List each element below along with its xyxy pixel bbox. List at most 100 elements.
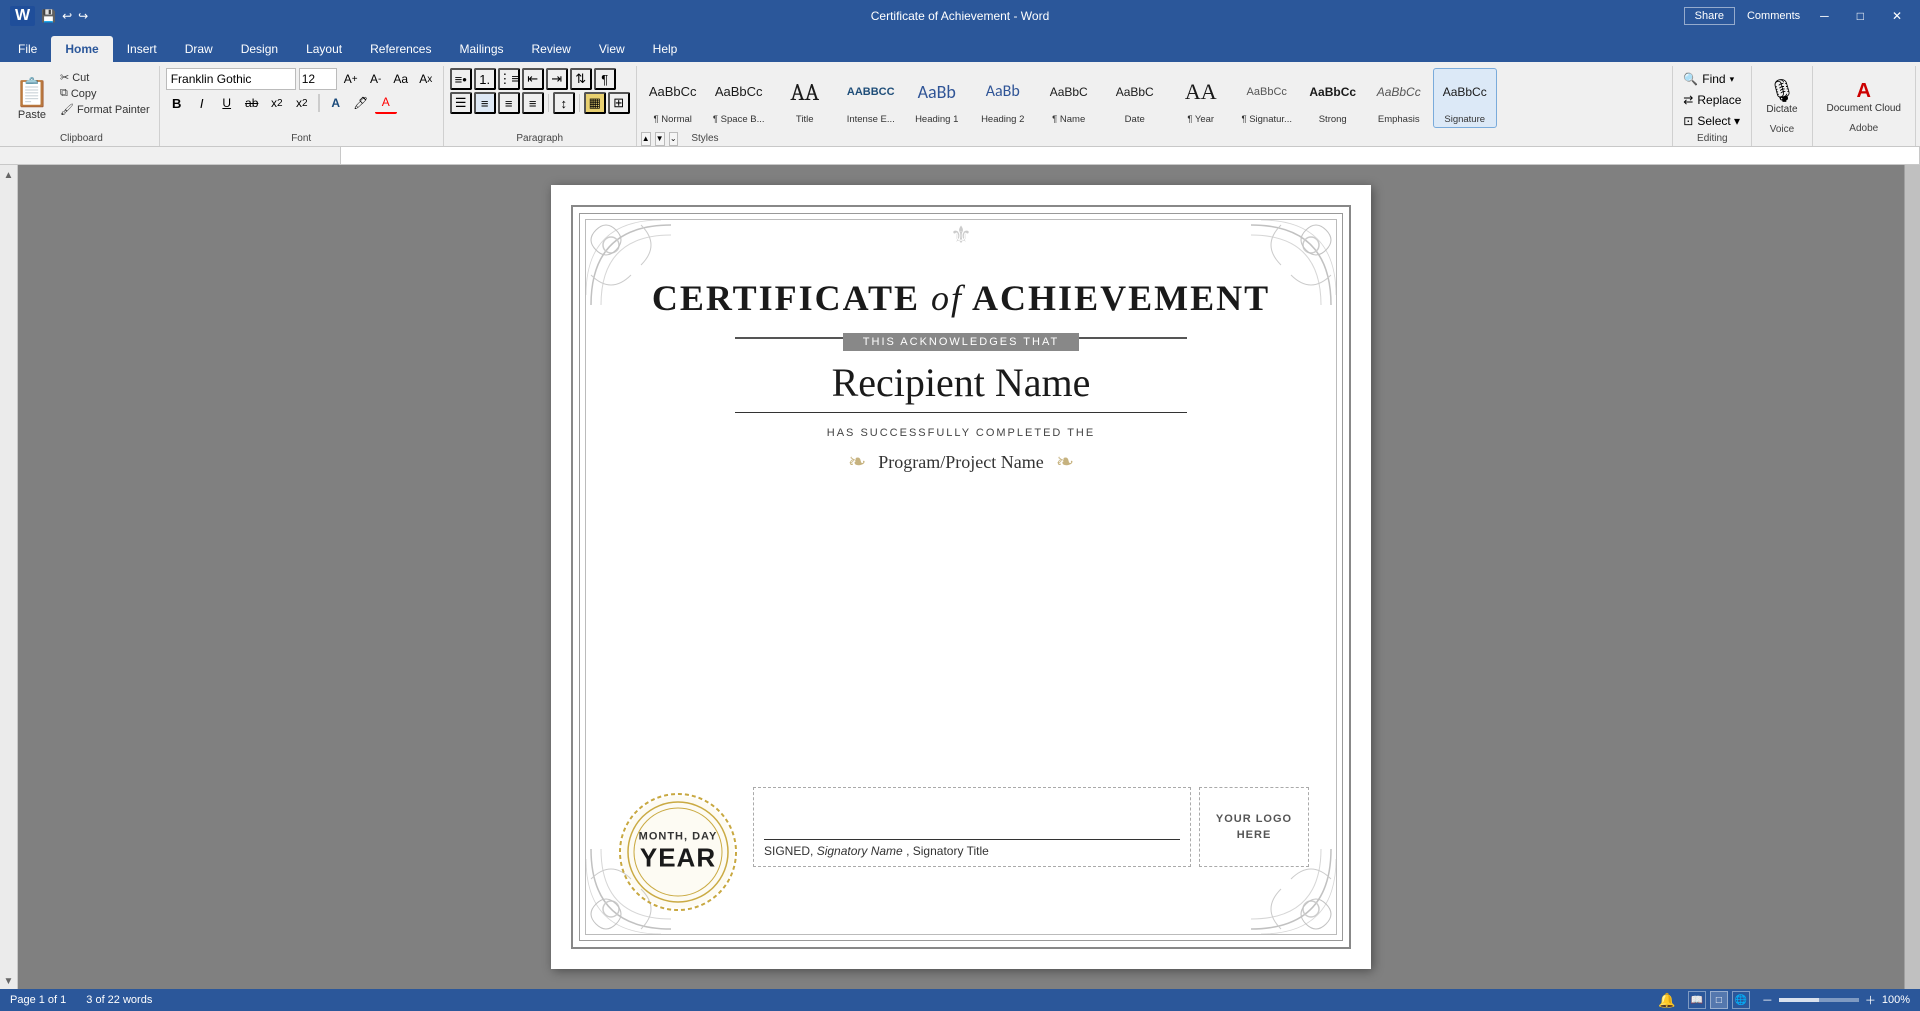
tab-layout[interactable]: Layout — [292, 36, 356, 62]
tab-mailings[interactable]: Mailings — [445, 36, 517, 62]
decrease-indent-btn[interactable]: ⇤ — [522, 68, 544, 90]
borders-btn[interactable]: ⊞ — [608, 92, 630, 114]
tab-home[interactable]: Home — [51, 36, 112, 62]
line-spacing-btn[interactable]: ↕ — [553, 92, 575, 114]
copy-icon: ⧉ — [60, 87, 68, 100]
sort-btn[interactable]: ⇅ — [570, 68, 592, 90]
clear-formatting-btn[interactable]: Ax — [415, 68, 437, 90]
style-strong[interactable]: AaBbCc Strong — [1301, 68, 1365, 128]
styles-expand[interactable]: ⌄ — [669, 132, 678, 146]
style-date[interactable]: AaBbC Date — [1103, 68, 1167, 128]
cut-button[interactable]: ✂ Cut — [57, 70, 153, 85]
strikethrough-button[interactable]: ab — [241, 92, 263, 114]
multilevel-list-btn[interactable]: ⋮≡ — [498, 68, 520, 90]
font-color-btn[interactable]: A — [375, 92, 397, 114]
quick-access-redo-icon[interactable]: ↪ — [78, 9, 88, 23]
logo-text: YOUR LOGO HERE — [1200, 811, 1308, 844]
format-painter-button[interactable]: 🖌 Format Painter — [57, 102, 153, 117]
zoom-slider[interactable] — [1779, 998, 1859, 1002]
dictate-button[interactable]: 🎙 Dictate — [1760, 75, 1803, 118]
text-effects-btn[interactable]: A — [325, 92, 347, 114]
style-name-label: ¶ Name — [1052, 114, 1085, 125]
margin-arrow-down[interactable]: ▼ — [4, 975, 14, 989]
tab-review[interactable]: Review — [518, 36, 585, 62]
tab-view[interactable]: View — [585, 36, 639, 62]
style-intense-e[interactable]: AABBCC Intense E... — [839, 68, 903, 128]
style-signature-line[interactable]: AaBbCc ¶ Signatur... — [1235, 68, 1299, 128]
tab-help[interactable]: Help — [639, 36, 692, 62]
style-heading2[interactable]: AaBb Heading 2 — [971, 68, 1035, 128]
right-scrollbar[interactable] — [1904, 165, 1920, 989]
cert-sig-area[interactable]: SIGNED, Signatory Name , Signatory Title — [753, 787, 1191, 867]
change-case-btn[interactable]: Aa — [390, 68, 412, 90]
view-print-btn[interactable]: □ — [1710, 991, 1728, 1009]
style-signature[interactable]: AaBbCc Signature — [1433, 68, 1497, 128]
cert-program-name[interactable]: Program/Project Name — [878, 452, 1043, 473]
underline-button[interactable]: U — [216, 92, 238, 114]
find-icon: 🔍 — [1683, 72, 1698, 86]
text-highlight-btn[interactable]: 🖊 — [350, 92, 372, 114]
styles-scroll-down[interactable]: ▼ — [655, 132, 665, 146]
comments-button[interactable]: Comments — [1747, 10, 1800, 22]
margin-arrow-up[interactable]: ▲ — [4, 169, 14, 183]
cert-recipient[interactable]: Recipient Name — [832, 359, 1091, 406]
font-decrease-btn[interactable]: A- — [365, 68, 387, 90]
select-button[interactable]: ⊡ Select ▾ — [1679, 112, 1744, 130]
cert-logo-area[interactable]: YOUR LOGO HERE — [1199, 787, 1309, 867]
increase-indent-btn[interactable]: ⇥ — [546, 68, 568, 90]
format-painter-icon: 🖌 — [60, 103, 74, 116]
replace-button[interactable]: ⇄ Replace — [1679, 91, 1745, 109]
align-right-btn[interactable]: ≡ — [498, 92, 520, 114]
tab-insert[interactable]: Insert — [113, 36, 171, 62]
quick-access-undo-icon[interactable]: ↩ — [62, 9, 72, 23]
style-heading1[interactable]: AaBb Heading 1 — [905, 68, 969, 128]
numbering-btn[interactable]: 1. — [474, 68, 496, 90]
minimize-btn[interactable]: ─ — [1812, 7, 1837, 25]
document-area[interactable]: ⚜ CERTIFICATE of ACHIEVEMENT THIS ACKNOW… — [18, 165, 1904, 989]
style-emphasis-text: AaBbCc — [1377, 85, 1421, 99]
justify-btn[interactable]: ≡ — [522, 92, 544, 114]
style-title[interactable]: AA Title — [773, 68, 837, 128]
font-size-selector[interactable] — [299, 68, 337, 90]
superscript-button[interactable]: x2 — [291, 92, 313, 114]
subscript-button[interactable]: x2 — [266, 92, 288, 114]
share-button[interactable]: Share — [1684, 7, 1735, 25]
paste-label: Paste — [18, 109, 46, 121]
tab-references[interactable]: References — [356, 36, 445, 62]
show-formatting-btn[interactable]: ¶ — [594, 68, 616, 90]
quick-access-save-icon[interactable]: 💾 — [41, 9, 56, 23]
font-name-selector[interactable] — [166, 68, 296, 90]
close-btn[interactable]: ✕ — [1884, 7, 1910, 25]
word-logo-icon: W — [10, 6, 35, 26]
align-center-btn[interactable]: ≡ — [474, 92, 496, 114]
certificate: ⚜ CERTIFICATE of ACHIEVEMENT THIS ACKNOW… — [571, 205, 1351, 949]
paste-button[interactable]: 📋 Paste — [10, 68, 54, 131]
style-title-text: AA — [790, 78, 819, 106]
view-web-btn[interactable]: 🌐 — [1732, 991, 1750, 1009]
find-button[interactable]: 🔍 Find ▾ — [1679, 70, 1738, 88]
document-page: ⚜ CERTIFICATE of ACHIEVEMENT THIS ACKNOW… — [551, 185, 1371, 969]
bullets-btn[interactable]: ≡• — [450, 68, 472, 90]
style-h1-preview: AaBb — [908, 71, 966, 112]
styles-group: AaBbCc ¶ Normal AaBbCc ¶ Space B... AA T… — [637, 66, 1674, 146]
tab-file[interactable]: File — [4, 36, 51, 62]
tab-draw[interactable]: Draw — [171, 36, 227, 62]
style-normal[interactable]: AaBbCc ¶ Normal — [641, 68, 705, 128]
font-increase-btn[interactable]: A+ — [340, 68, 362, 90]
bold-button[interactable]: B — [166, 92, 188, 114]
style-emphasis[interactable]: AaBbCc Emphasis — [1367, 68, 1431, 128]
adobe-doc-cloud-button[interactable]: A Document Cloud — [1821, 77, 1907, 117]
style-h2-label: Heading 2 — [981, 114, 1024, 125]
style-year[interactable]: AA ¶ Year — [1169, 68, 1233, 128]
style-name[interactable]: AaBbC ¶ Name — [1037, 68, 1101, 128]
styles-scroll-up[interactable]: ▲ — [641, 132, 651, 146]
italic-button[interactable]: I — [191, 92, 213, 114]
style-space-before[interactable]: AaBbCc ¶ Space B... — [707, 68, 771, 128]
maximize-btn[interactable]: □ — [1849, 7, 1872, 25]
view-read-btn[interactable]: 📖 — [1688, 991, 1706, 1009]
copy-button[interactable]: ⧉ Copy — [57, 86, 153, 101]
shading-btn[interactable]: ▦ — [584, 92, 606, 114]
align-left-btn[interactable]: ☰ — [450, 92, 472, 114]
left-margin: ▲ ▼ — [0, 165, 18, 989]
tab-design[interactable]: Design — [227, 36, 292, 62]
